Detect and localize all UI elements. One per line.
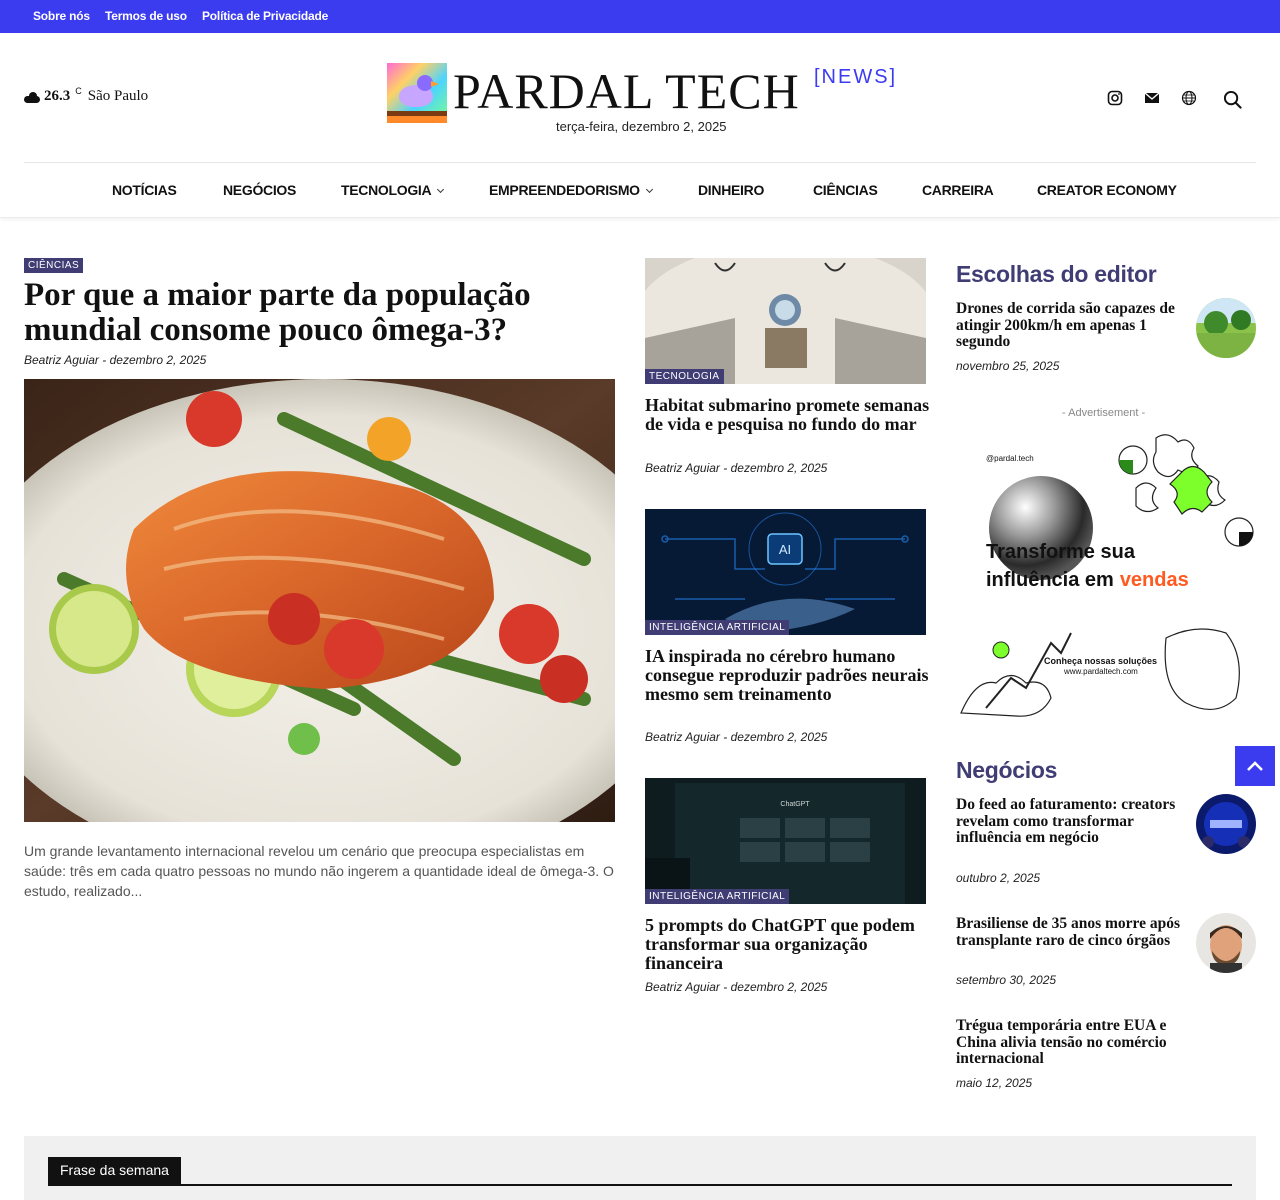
side-article-title[interactable]: Brasiliense de 35 anos morre após transp… xyxy=(956,915,1188,949)
nav-item-negocios[interactable]: NEGÓCIOS xyxy=(223,182,296,198)
article-author[interactable]: Beatriz Aguiar xyxy=(24,353,99,367)
chevron-down-icon xyxy=(437,185,445,194)
side-article-date: setembro 30, 2025 xyxy=(956,973,1057,987)
article-meta: Beatriz Aguiar - dezembro 2, 2025 xyxy=(645,730,828,744)
category-badge[interactable]: TECNOLOGIA xyxy=(645,369,724,384)
ad-handle: @pardal.tech xyxy=(986,454,1034,463)
section-divider xyxy=(48,1184,1232,1186)
side-article-date: novembro 25, 2025 xyxy=(956,359,1060,373)
nav-item-noticias[interactable]: NOTÍCIAS xyxy=(112,182,177,198)
mail-icon[interactable] xyxy=(1143,89,1161,107)
category-badge[interactable]: INTELIGÊNCIA ARTIFICIAL xyxy=(645,620,790,635)
ad-headline-2: influência em xyxy=(986,569,1114,591)
side-article-date: outubro 2, 2025 xyxy=(956,871,1041,885)
article-image-ia[interactable]: AI xyxy=(645,509,926,635)
main-article-excerpt: Um grande levantamento internacional rev… xyxy=(24,843,614,899)
article-meta: Beatriz Aguiar - dezembro 2, 2025 xyxy=(645,461,828,475)
quote-of-week-section xyxy=(24,1136,1256,1200)
scroll-to-top-button[interactable] xyxy=(1235,746,1275,786)
side-article-thumbnail[interactable] xyxy=(1196,794,1256,854)
section-tab-frase-da-semana: Frase da semana xyxy=(48,1157,181,1184)
globe-icon[interactable] xyxy=(1180,89,1198,107)
article-date: dezembro 2, 2025 xyxy=(109,353,207,367)
ad-cta: Conheça nossas soluções xyxy=(1044,656,1157,666)
section-title-editor-picks[interactable]: Escolhas do editor xyxy=(956,261,1157,288)
ad-headline-accent: vendas xyxy=(1120,569,1189,591)
article-title[interactable]: IA inspirada no cérebro humano consegue … xyxy=(645,647,930,704)
svg-text:influência emvendas: influência em vendas xyxy=(986,569,1189,591)
nav-item-dinheiro[interactable]: DINHEIRO xyxy=(698,182,764,198)
logo-title[interactable]: PARDAL TECH xyxy=(453,63,800,119)
main-article-image[interactable] xyxy=(24,379,615,822)
article-meta: Beatriz Aguiar - dezembro 2, 2025 xyxy=(24,353,207,367)
header-date: terça-feira, dezembro 2, 2025 xyxy=(556,119,727,134)
main-nav: NOTÍCIAS NEGÓCIOS TECNOLOGIA EMPREENDEDO… xyxy=(0,163,1280,218)
chevron-up-icon xyxy=(1247,761,1263,771)
article-meta: Beatriz Aguiar - dezembro 2, 2025 xyxy=(645,980,828,994)
side-article-title[interactable]: Trégua temporária entre EUA e China aliv… xyxy=(956,1017,1188,1068)
section-title-negocios[interactable]: Negócios xyxy=(956,757,1057,784)
side-article-thumbnail[interactable] xyxy=(1196,913,1256,973)
article-author[interactable]: Beatriz Aguiar xyxy=(645,980,720,994)
article-author[interactable]: Beatriz Aguiar xyxy=(645,461,720,475)
weather-unit: C xyxy=(75,86,82,96)
side-article-thumbnail[interactable] xyxy=(1196,298,1256,358)
article-image-chatgpt[interactable]: ChatGPT xyxy=(645,778,926,904)
article-date: dezembro 2, 2025 xyxy=(730,980,828,994)
category-badge[interactable]: CIÊNCIAS xyxy=(24,258,84,273)
category-badge[interactable]: INTELIGÊNCIA ARTIFICIAL xyxy=(645,889,790,904)
nav-item-creator-economy[interactable]: CREATOR ECONOMY xyxy=(1037,182,1177,198)
article-title[interactable]: Habitat submarino promete semanas de vid… xyxy=(645,396,930,434)
top-bar: Sobre nós Termos de uso Política de Priv… xyxy=(0,0,1280,33)
ad-headline-1: Transforme sua xyxy=(986,541,1136,563)
logo-tag: [NEWS] xyxy=(814,66,898,88)
ad-label: - Advertisement - xyxy=(1062,407,1146,419)
article-title[interactable]: 5 prompts do ChatGPT que podem transform… xyxy=(645,916,930,973)
article-date: dezembro 2, 2025 xyxy=(730,730,828,744)
link-sobre-nos[interactable]: Sobre nós xyxy=(33,9,90,23)
article-author[interactable]: Beatriz Aguiar xyxy=(645,730,720,744)
advertisement-banner[interactable]: @pardal.tech Transforme sua influência e… xyxy=(956,428,1256,724)
article-image-habitat[interactable] xyxy=(645,258,926,384)
search-icon[interactable] xyxy=(1222,89,1242,109)
side-article-title[interactable]: Do feed ao faturamento: creators revelam… xyxy=(956,796,1188,847)
ad-url: www.pardaltech.com xyxy=(1063,667,1138,676)
side-article-title[interactable]: Drones de corrida são capazes de atingir… xyxy=(956,300,1188,351)
nav-item-ciencias[interactable]: CIÊNCIAS xyxy=(813,182,878,198)
side-article-date: maio 12, 2025 xyxy=(956,1076,1033,1090)
svg-text:ChatGPT: ChatGPT xyxy=(780,801,810,808)
article-date: dezembro 2, 2025 xyxy=(730,461,828,475)
svg-text:AI: AI xyxy=(779,542,791,557)
logo-image[interactable] xyxy=(387,63,447,123)
chevron-down-icon xyxy=(645,185,653,194)
weather-city: São Paulo xyxy=(87,88,149,104)
link-termos-de-uso[interactable]: Termos de uso xyxy=(105,9,187,23)
weather-temperature: 26.3 xyxy=(44,88,71,104)
link-politica-privacidade[interactable]: Política de Privacidade xyxy=(202,9,328,23)
cloud-icon xyxy=(24,92,40,103)
weather-widget: 26.3 C São Paulo xyxy=(24,86,148,105)
nav-item-tecnologia[interactable]: TECNOLOGIA xyxy=(341,182,445,198)
main-article-title[interactable]: Por que a maior parte da população mundi… xyxy=(24,278,624,348)
nav-item-empreendedorismo[interactable]: EMPREENDEDORISMO xyxy=(489,182,653,198)
nav-item-carreira[interactable]: CARREIRA xyxy=(922,182,994,198)
instagram-icon[interactable] xyxy=(1106,89,1124,107)
